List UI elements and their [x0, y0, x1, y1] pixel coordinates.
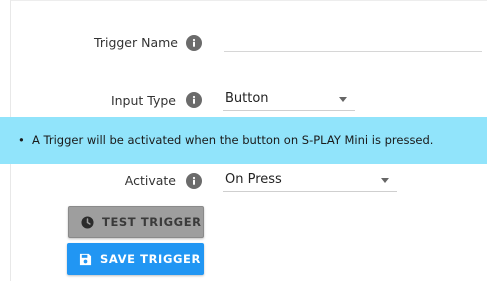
trigger-name-label: Trigger Name — [94, 35, 178, 50]
input-type-select[interactable]: Button — [223, 89, 355, 111]
chevron-down-icon — [381, 178, 389, 183]
chevron-down-icon — [339, 97, 347, 102]
input-type-label: Input Type — [110, 93, 176, 108]
info-icon[interactable] — [186, 92, 202, 108]
info-icon[interactable] — [186, 35, 202, 51]
save-trigger-label: SAVE TRIGGER — [100, 252, 201, 266]
test-trigger-label: TEST TRIGGER — [102, 215, 202, 229]
banner-text: A Trigger will be activated when the but… — [32, 133, 434, 147]
test-trigger-button[interactable]: TEST TRIGGER — [68, 206, 204, 238]
activate-label: Activate — [124, 173, 176, 188]
activate-select[interactable]: On Press — [223, 170, 397, 192]
info-banner: • A Trigger will be activated when the bu… — [0, 117, 487, 164]
clock-icon — [81, 215, 94, 229]
input-type-value: Button — [225, 91, 269, 106]
bullet: • — [18, 133, 25, 147]
trigger-name-input[interactable] — [224, 27, 482, 52]
info-icon[interactable] — [186, 173, 202, 189]
floppy-disk-icon — [79, 253, 92, 266]
save-trigger-button[interactable]: SAVE TRIGGER — [67, 243, 204, 275]
activate-value: On Press — [225, 172, 282, 187]
